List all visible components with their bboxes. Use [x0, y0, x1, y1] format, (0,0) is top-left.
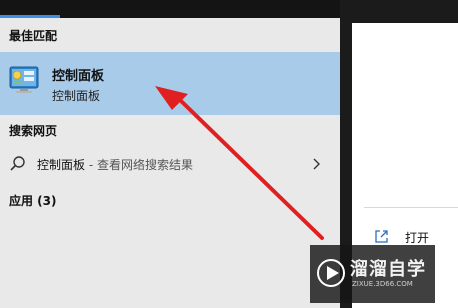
watermark: 溜溜自学 ZIXUE.3D66.COM: [310, 245, 435, 303]
watermark-url: ZIXUE.3D66.COM: [352, 280, 413, 288]
active-tab-indicator: [0, 15, 60, 18]
open-icon: [374, 229, 389, 244]
section-title-apps: 应用 (3): [9, 194, 57, 208]
section-title-best-match: 最佳匹配: [9, 29, 58, 43]
watermark-title: 溜溜自学: [350, 259, 426, 280]
best-match-subtitle: 控制面板: [52, 89, 101, 103]
web-search-text: 控制面板 - 查看网络搜索结果: [37, 156, 193, 173]
web-search-suffix: - 查看网络搜索结果: [85, 158, 193, 172]
watermark-logo-icon: [316, 258, 346, 288]
web-search-result[interactable]: 控制面板 - 查看网络搜索结果: [0, 147, 340, 181]
best-match-title: 控制面板: [52, 69, 105, 84]
open-label: 打开: [405, 231, 430, 245]
chevron-right-icon[interactable]: [310, 155, 324, 173]
section-title-web-search: 搜索网页: [9, 124, 58, 138]
control-panel-icon: [9, 65, 39, 95]
best-match-item[interactable]: 控制面板 控制面板: [0, 52, 340, 115]
search-results-pane: 最佳匹配 控制面板 控制面板 搜索网页 控制面板 - 查看网络搜索结果 应用 (…: [0, 0, 340, 308]
preview-divider: [364, 207, 458, 208]
web-search-query: 控制面板: [37, 158, 86, 172]
search-icon: [9, 155, 27, 173]
